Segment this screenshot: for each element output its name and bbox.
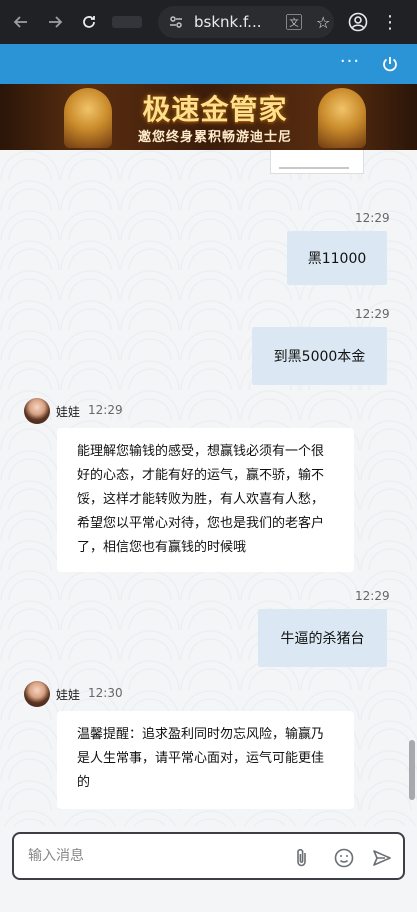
- outgoing-message: 黑11000: [287, 231, 387, 285]
- incoming-message: 能理解您输钱的感受，想赢钱必须有一个很好的心态，才能有好的运气，赢不骄，输不馁，…: [57, 428, 354, 572]
- banner-title: 极速金管家: [142, 93, 288, 126]
- message-input[interactable]: [28, 848, 248, 864]
- outgoing-message: 牛逼的杀猪台: [258, 609, 387, 667]
- avatar[interactable]: [24, 681, 50, 707]
- forward-arrow-icon[interactable]: [40, 7, 70, 37]
- back-arrow-icon[interactable]: [6, 7, 36, 37]
- send-icon[interactable]: [370, 846, 394, 870]
- avatar[interactable]: [24, 398, 50, 424]
- more-vert-icon[interactable]: ⋮: [378, 10, 402, 34]
- blurred-tab: [112, 16, 142, 28]
- image-message[interactable]: [270, 150, 364, 174]
- outgoing-message: 到黑5000本金: [252, 327, 387, 385]
- chat-history[interactable]: 12:29 黑11000 12:29 到黑5000本金 娃娃 12:29 能理解…: [0, 150, 417, 826]
- banner-subtitle: 邀您终身累积畅游迪士尼: [137, 130, 292, 145]
- url-text[interactable]: bsknk.f...: [194, 13, 280, 31]
- smiley-icon[interactable]: [332, 846, 356, 870]
- message-time: 12:29: [355, 307, 390, 321]
- composer: [0, 826, 417, 912]
- gold-mascot-figure: [318, 88, 366, 148]
- incoming-message: 温馨提醒：追求盈利同时勿忘风险，输赢乃是人生常事，请平常心面对，运气可能更佳的: [57, 711, 354, 809]
- site-info-icon[interactable]: [166, 12, 186, 32]
- sender-name: 娃娃: [56, 405, 81, 419]
- gold-mascot-figure: [64, 88, 112, 148]
- translate-icon[interactable]: 文: [286, 14, 302, 30]
- account-icon[interactable]: [346, 10, 370, 34]
- more-horiz-icon[interactable]: ···: [338, 52, 362, 76]
- message-time: 12:29: [355, 589, 390, 603]
- star-icon[interactable]: ☆: [316, 13, 330, 32]
- address-bar[interactable]: bsknk.f... 文 ☆: [158, 6, 334, 38]
- app-header: ···: [0, 44, 417, 84]
- sender-name: 娃娃: [56, 688, 81, 702]
- paperclip-icon[interactable]: [290, 846, 314, 870]
- message-time: 12:30: [88, 686, 123, 700]
- message-input-box[interactable]: [12, 832, 405, 880]
- promo-banner[interactable]: 极速金管家 邀您终身累积畅游迪士尼: [0, 84, 417, 150]
- message-time: 12:29: [355, 211, 390, 225]
- reload-icon[interactable]: [74, 7, 104, 37]
- message-time: 12:29: [88, 403, 123, 417]
- power-icon[interactable]: [378, 52, 402, 76]
- scrollbar[interactable]: [409, 740, 415, 800]
- browser-toolbar: bsknk.f... 文 ☆ ⋮: [0, 0, 417, 44]
